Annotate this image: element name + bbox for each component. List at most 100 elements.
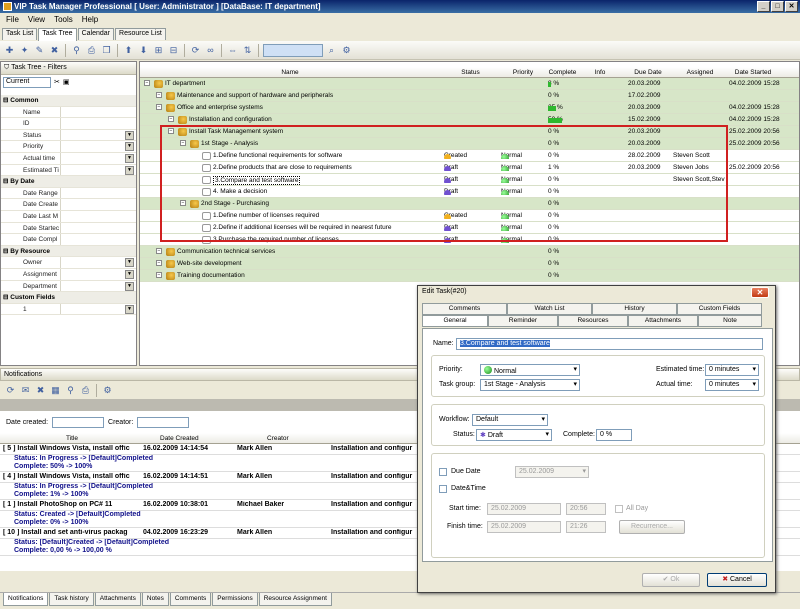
- filter-row[interactable]: 1 ▼: [1, 303, 136, 316]
- expand-toggle-icon[interactable]: −: [156, 260, 162, 266]
- col-info[interactable]: Info: [585, 69, 615, 76]
- move-up-icon[interactable]: ⬆: [122, 44, 135, 57]
- bottom-tab[interactable]: Comments: [169, 593, 212, 606]
- menu-help[interactable]: Help: [82, 15, 98, 27]
- tree-row[interactable]: − Training documentation 0 %: [140, 270, 799, 282]
- filter-row-value[interactable]: [61, 107, 136, 118]
- finish-time-input[interactable]: 21:26: [566, 521, 606, 533]
- col-complete[interactable]: Complete: [545, 69, 580, 76]
- expand-toggle-icon[interactable]: −: [156, 272, 162, 278]
- filter-row[interactable]: ID: [1, 118, 136, 130]
- date-created-select[interactable]: [52, 416, 105, 428]
- tab-note[interactable]: Note: [698, 315, 762, 327]
- ok-button[interactable]: ✔ Ok: [642, 573, 700, 587]
- name-input[interactable]: 3.Compare and test software: [460, 340, 550, 347]
- expand-icon[interactable]: ⊞: [152, 44, 165, 57]
- cancel-button[interactable]: ✖ Cancel: [707, 573, 767, 587]
- col-creator[interactable]: Creator: [267, 435, 289, 442]
- expand-toggle-icon[interactable]: −: [156, 248, 162, 254]
- filter-row-value[interactable]: ▼: [61, 257, 136, 268]
- filter-clear-icon[interactable]: ✂: [54, 78, 60, 86]
- filter-row[interactable]: Date Last M: [1, 210, 136, 223]
- expand-toggle-icon[interactable]: −: [144, 80, 150, 86]
- dropdown-arrow-icon[interactable]: ▼: [125, 269, 134, 279]
- tab-resource-list[interactable]: Resource List: [115, 28, 166, 40]
- tab-watch-list[interactable]: Watch List: [507, 303, 592, 315]
- filter-group[interactable]: ⊟ Custom Fields: [1, 292, 136, 304]
- notif-view-icon[interactable]: ▦: [49, 384, 62, 397]
- actual-time-select[interactable]: 0 minutes: [705, 379, 759, 391]
- filter-row-value[interactable]: ▼: [61, 141, 136, 152]
- notif-print-icon[interactable]: ⎙: [79, 384, 92, 397]
- copy-icon[interactable]: ❐: [100, 44, 113, 57]
- priority-select[interactable]: Normal: [494, 368, 517, 375]
- filter-icon[interactable]: ⚲: [70, 44, 83, 57]
- filter-row-value[interactable]: ▼: [61, 281, 136, 292]
- col-priority[interactable]: Priority: [506, 69, 540, 76]
- start-time-input[interactable]: 20:56: [566, 503, 606, 515]
- filter-row-value[interactable]: ▼: [61, 304, 136, 315]
- bottom-tab[interactable]: Notifications: [3, 593, 49, 606]
- close-button[interactable]: ✕: [785, 1, 798, 12]
- tab-general[interactable]: General: [422, 315, 488, 327]
- workflow-select[interactable]: Default: [472, 414, 548, 426]
- notif-read-icon[interactable]: ✉: [19, 384, 32, 397]
- dropdown-arrow-icon[interactable]: ▼: [125, 130, 134, 140]
- zoom-icon[interactable]: ⌕: [325, 44, 338, 57]
- collapse-icon[interactable]: ⊟: [167, 44, 180, 57]
- creator-select[interactable]: [137, 416, 190, 428]
- col-title[interactable]: Title: [66, 435, 78, 442]
- filter-row[interactable]: Name: [1, 106, 136, 119]
- bottom-tab[interactable]: Permissions: [212, 593, 258, 606]
- menu-view[interactable]: View: [28, 15, 45, 27]
- filter-row-value[interactable]: ▼: [61, 153, 136, 164]
- sort-icon[interactable]: ⇅: [241, 44, 254, 57]
- dropdown-arrow-icon[interactable]: ▼: [125, 153, 134, 163]
- print-icon[interactable]: ⎙: [85, 44, 98, 57]
- filter-row-value[interactable]: ▼: [61, 130, 136, 141]
- tab-calendar[interactable]: Calendar: [77, 28, 115, 40]
- filter-row[interactable]: Date Compl: [1, 234, 136, 246]
- filter-row[interactable]: Date Range: [1, 187, 136, 200]
- tree-row[interactable]: − Office and enterprise systems 25 % 20.03.…: [140, 102, 799, 114]
- dropdown-arrow-icon[interactable]: ▼: [125, 304, 134, 314]
- filter-row[interactable]: Status ▼: [1, 129, 136, 142]
- new-subtask-icon[interactable]: ✦: [18, 44, 31, 57]
- expand-toggle-icon[interactable]: −: [156, 104, 162, 110]
- filter-row-value[interactable]: [61, 223, 136, 234]
- edit-icon[interactable]: ✎: [33, 44, 46, 57]
- settings-icon[interactable]: ⚙: [340, 44, 353, 57]
- tab-custom-fields[interactable]: Custom Fields: [677, 303, 762, 315]
- filter-row[interactable]: Priority ▼: [1, 141, 136, 153]
- all-day-checkbox[interactable]: [615, 505, 623, 513]
- due-date-select[interactable]: 25.02.2009: [515, 466, 589, 478]
- date-time-checkbox[interactable]: [439, 485, 447, 493]
- notif-delete-icon[interactable]: ✖: [34, 384, 47, 397]
- dropdown-arrow-icon[interactable]: ▼: [125, 281, 134, 291]
- tab-comments[interactable]: Comments: [422, 303, 507, 315]
- filter-row-value[interactable]: ▼: [61, 269, 136, 280]
- delete-icon[interactable]: ✖: [48, 44, 61, 57]
- col-due-date[interactable]: Due Date: [623, 69, 673, 76]
- filter-save-icon[interactable]: ▣: [63, 78, 70, 86]
- filter-row[interactable]: Actual time ▼: [1, 152, 136, 165]
- tab-task-tree[interactable]: Task Tree: [38, 28, 77, 41]
- expand-toggle-icon[interactable]: −: [168, 116, 174, 122]
- tree-row[interactable]: − Maintenance and support of hardware and…: [140, 90, 799, 102]
- expand-toggle-icon[interactable]: −: [156, 92, 162, 98]
- status-select[interactable]: Draft: [488, 432, 503, 439]
- bottom-tab[interactable]: Attachments: [94, 593, 141, 606]
- notif-refresh-icon[interactable]: ⟳: [4, 384, 17, 397]
- menu-file[interactable]: File: [6, 15, 19, 27]
- dialog-close-button[interactable]: ✕: [751, 287, 769, 298]
- maximize-button[interactable]: □: [771, 1, 784, 12]
- filter-view-select[interactable]: Current: [3, 76, 51, 88]
- finish-date-input[interactable]: 25.02.2009: [487, 521, 561, 533]
- filter-row[interactable]: Estimated Ti ▼: [1, 164, 136, 177]
- link-icon[interactable]: ∞: [204, 44, 217, 57]
- filter-row[interactable]: Department ▼: [1, 280, 136, 293]
- tab-reminder[interactable]: Reminder: [488, 315, 558, 327]
- filter-row[interactable]: Date Startec: [1, 222, 136, 235]
- col-name[interactable]: Name: [270, 69, 310, 76]
- tree-row[interactable]: − Communication technical services 0 %: [140, 246, 799, 258]
